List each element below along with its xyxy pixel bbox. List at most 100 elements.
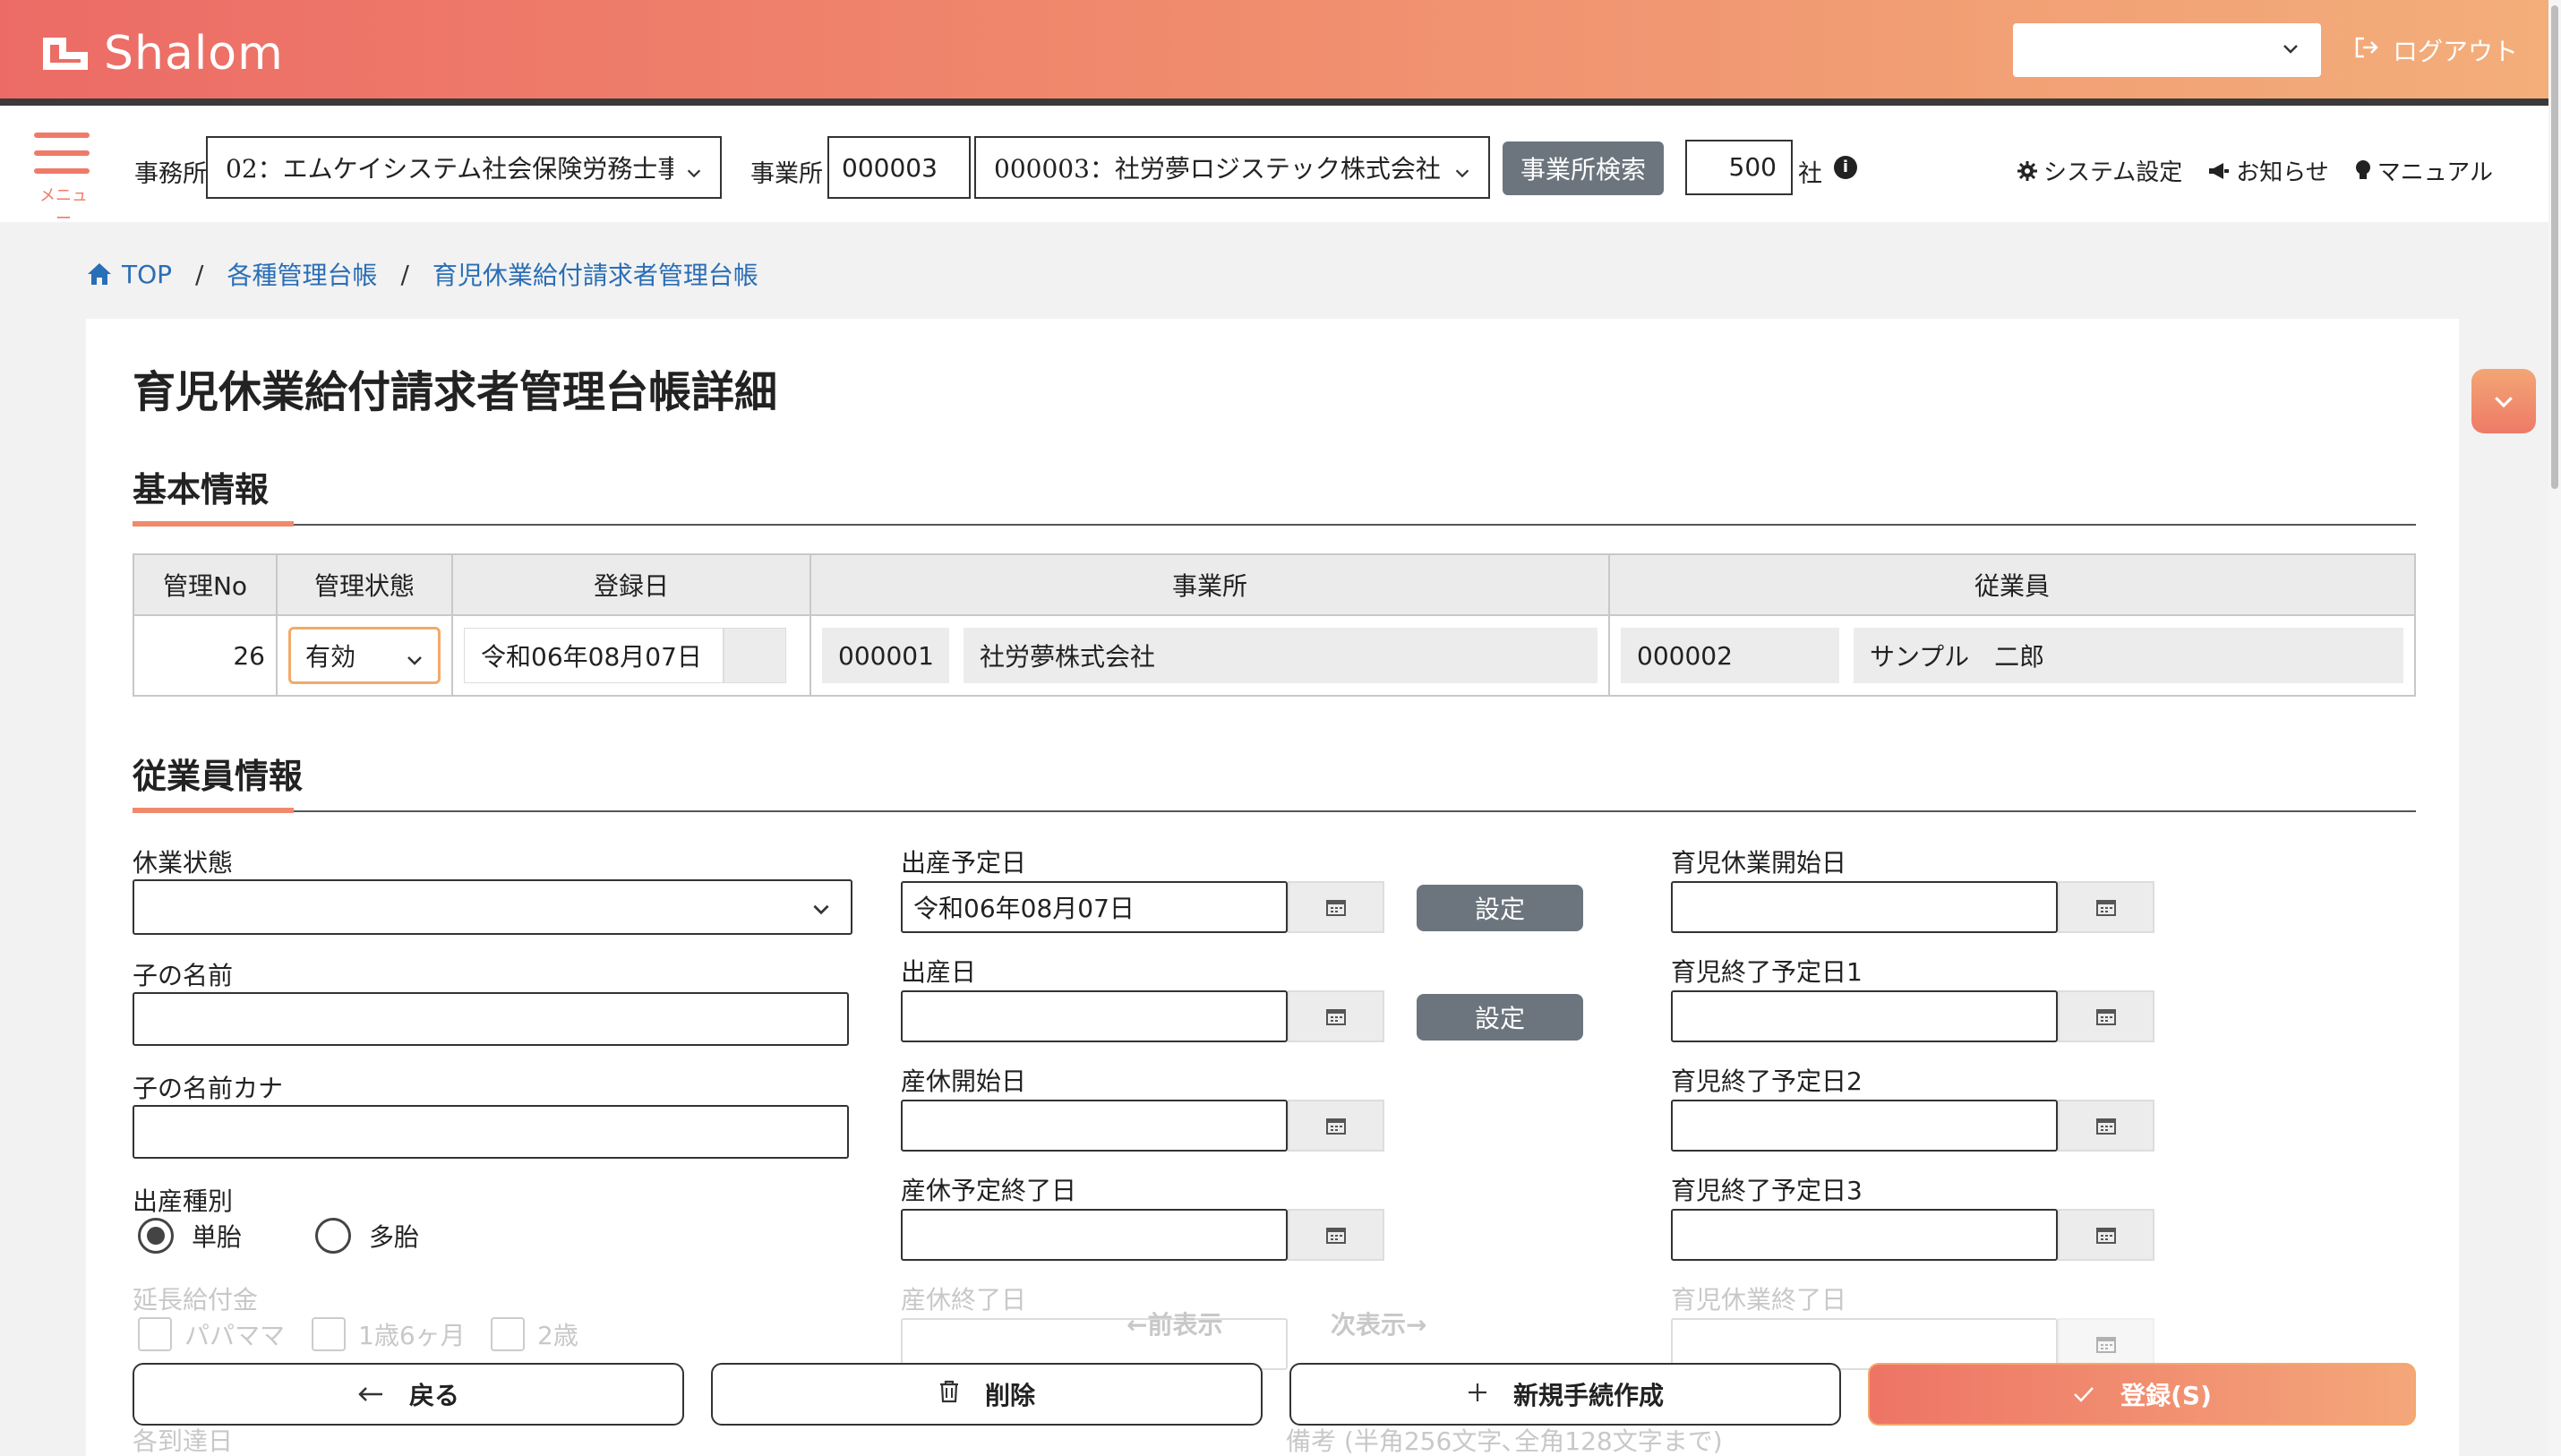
cc-end1-input[interactable] <box>1671 990 2058 1042</box>
ext-papa-checkbox[interactable]: パパママ <box>138 1316 285 1352</box>
cc-end2-input[interactable] <box>1671 1100 2058 1152</box>
calendar-icon <box>2096 1337 2116 1353</box>
cc-end1-calendar[interactable] <box>2058 990 2154 1042</box>
main-panel: 育児休業給付請求者管理台帳詳細 基本情報 管理No 管理状態 登録日 事業所 従… <box>86 319 2459 1456</box>
mat-start-input[interactable] <box>901 1100 1288 1152</box>
chevron-down-icon <box>1452 159 1472 189</box>
breadcrumb: TOP / 各種管理台帳 / 育児休業給付請求者管理台帳 <box>86 256 758 292</box>
manual-link[interactable]: マニュアル <box>2354 154 2493 187</box>
gear-icon <box>2017 160 2038 181</box>
breadcrumb-top[interactable]: TOP <box>86 260 172 289</box>
office-select[interactable]: 02：エムケイシステム社会保険労務士事 <box>206 136 722 199</box>
system-settings-link[interactable]: システム設定 <box>2017 154 2182 187</box>
birth-multiple-radio[interactable]: 多胎 <box>315 1218 419 1254</box>
birth-type-label: 出産種別 <box>133 1186 234 1216</box>
page-title: 育児休業給付請求者管理台帳詳細 <box>133 367 778 417</box>
breadcrumb-top-label: TOP <box>122 259 173 289</box>
save-button[interactable]: 登録(S) <box>1868 1363 2416 1426</box>
page-scrollbar[interactable] <box>2548 0 2561 1456</box>
menu-button[interactable]: メニュー <box>34 133 93 229</box>
top-select[interactable] <box>2013 23 2321 77</box>
mat-plan-end-label: 産休予定終了日 <box>901 1176 1077 1205</box>
col-employee: 従業員 <box>1608 553 2416 616</box>
business-search-button[interactable]: 事業所検索 <box>1503 141 1664 195</box>
business-code-input[interactable]: 000003 <box>827 136 971 199</box>
next-link[interactable]: 次表示→ <box>1331 1306 1426 1341</box>
calendar-icon <box>2096 900 2116 916</box>
employee-code-field: 000002 <box>1621 628 1839 683</box>
scroll-down-button[interactable] <box>2471 369 2536 433</box>
calendar-icon <box>2096 1118 2116 1135</box>
reg-date-addon <box>724 628 786 683</box>
calendar-icon <box>2096 1228 2116 1244</box>
cc-end-label: 育児休業終了日 <box>1671 1285 1847 1315</box>
extension-label: 延長給付金 <box>133 1285 259 1315</box>
ext-18m-label: 1歳6ヶ月 <box>358 1321 466 1350</box>
cc-end3-calendar[interactable] <box>2058 1209 2154 1261</box>
delete-button[interactable]: 削除 <box>711 1363 1263 1426</box>
mat-start-label: 産休開始日 <box>901 1066 1027 1096</box>
ext-2y-label: 2歳 <box>537 1321 578 1350</box>
cc-end3-input[interactable] <box>1671 1209 2058 1261</box>
back-button[interactable]: 戻る <box>133 1363 684 1426</box>
mat-start-calendar[interactable] <box>1288 1100 1384 1152</box>
cc-start-input[interactable] <box>1671 881 2058 933</box>
breadcrumb-level1[interactable]: 各種管理台帳 <box>227 256 377 292</box>
check-icon <box>2072 1380 2095 1409</box>
calendar-icon <box>1326 1009 1346 1025</box>
count-unit: 社 <box>1798 160 1822 188</box>
prev-link[interactable]: ←前表示 <box>1126 1306 1222 1341</box>
delete-label: 削除 <box>984 1381 1035 1410</box>
manual-label: マニュアル <box>2377 159 2493 186</box>
logo-icon <box>39 32 91 75</box>
birth-single-radio[interactable]: 単胎 <box>138 1218 242 1254</box>
status-select-value: 有効 <box>305 642 356 672</box>
logout-link[interactable]: ログアウト <box>2353 32 2518 68</box>
office-label: 事務所 <box>134 160 207 188</box>
due-date-calendar[interactable] <box>1288 881 1384 933</box>
section-accent <box>133 521 294 527</box>
ext-18m-checkbox[interactable]: 1歳6ヶ月 <box>312 1316 466 1352</box>
logout-label: ログアウト <box>2393 37 2519 66</box>
arrival-label: 各到達日 <box>133 1426 234 1456</box>
app-logo[interactable]: Shalom <box>39 27 284 81</box>
birth-date-input[interactable] <box>901 990 1288 1042</box>
section-divider <box>133 524 2416 526</box>
section-divider <box>133 810 2416 812</box>
mat-plan-end-input[interactable] <box>901 1209 1288 1261</box>
leave-status-select[interactable] <box>133 879 852 935</box>
ext-2y-checkbox[interactable]: 2歳 <box>491 1316 578 1352</box>
due-date-input[interactable]: 令和06年08月07日 <box>901 881 1288 933</box>
child-name-label: 子の名前 <box>133 961 234 990</box>
business-select[interactable]: 000003：社労夢ロジステック株式会社 <box>974 136 1490 199</box>
status-select[interactable]: 有効 <box>288 627 441 684</box>
news-link[interactable]: お知らせ <box>2207 154 2329 187</box>
birth-date-calendar[interactable] <box>1288 990 1384 1042</box>
calendar-icon <box>1326 1228 1346 1244</box>
cc-end2-calendar[interactable] <box>2058 1100 2154 1152</box>
cc-start-label: 育児休業開始日 <box>1671 848 1847 878</box>
mat-plan-end-calendar[interactable] <box>1288 1209 1384 1261</box>
remarks-label: 備考 (半角256文字､全角128文字まで) <box>1286 1426 1723 1456</box>
mat-end-label: 産休終了日 <box>901 1285 1027 1315</box>
office-select-value: 02：エムケイシステム社会保険労務士事 <box>226 154 673 184</box>
employee-name-field: サンプル 二郎 <box>1854 628 2403 683</box>
birth-date-set-button[interactable]: 設定 <box>1417 994 1583 1041</box>
breadcrumb-separator: / <box>195 259 204 289</box>
ext-papa-label: パパママ <box>184 1321 286 1350</box>
child-kana-input[interactable] <box>133 1105 849 1159</box>
arrow-left-icon <box>357 1380 384 1409</box>
breadcrumb-level2[interactable]: 育児休業給付請求者管理台帳 <box>433 256 758 292</box>
cc-start-calendar[interactable] <box>2058 881 2154 933</box>
count-input[interactable]: 500 <box>1685 140 1793 195</box>
leave-status-label: 休業状態 <box>133 848 234 878</box>
child-name-input[interactable] <box>133 992 849 1046</box>
info-icon[interactable]: i <box>1834 156 1857 179</box>
birth-single-label: 単胎 <box>192 1222 243 1252</box>
col-status: 管理状態 <box>276 553 453 616</box>
reg-date-field: 令和06年08月07日 <box>464 628 724 683</box>
new-procedure-button[interactable]: 新規手続作成 <box>1289 1363 1841 1426</box>
col-no: 管理No <box>133 553 278 616</box>
scrollbar-thumb[interactable] <box>2551 5 2558 489</box>
due-date-set-button[interactable]: 設定 <box>1417 885 1583 931</box>
